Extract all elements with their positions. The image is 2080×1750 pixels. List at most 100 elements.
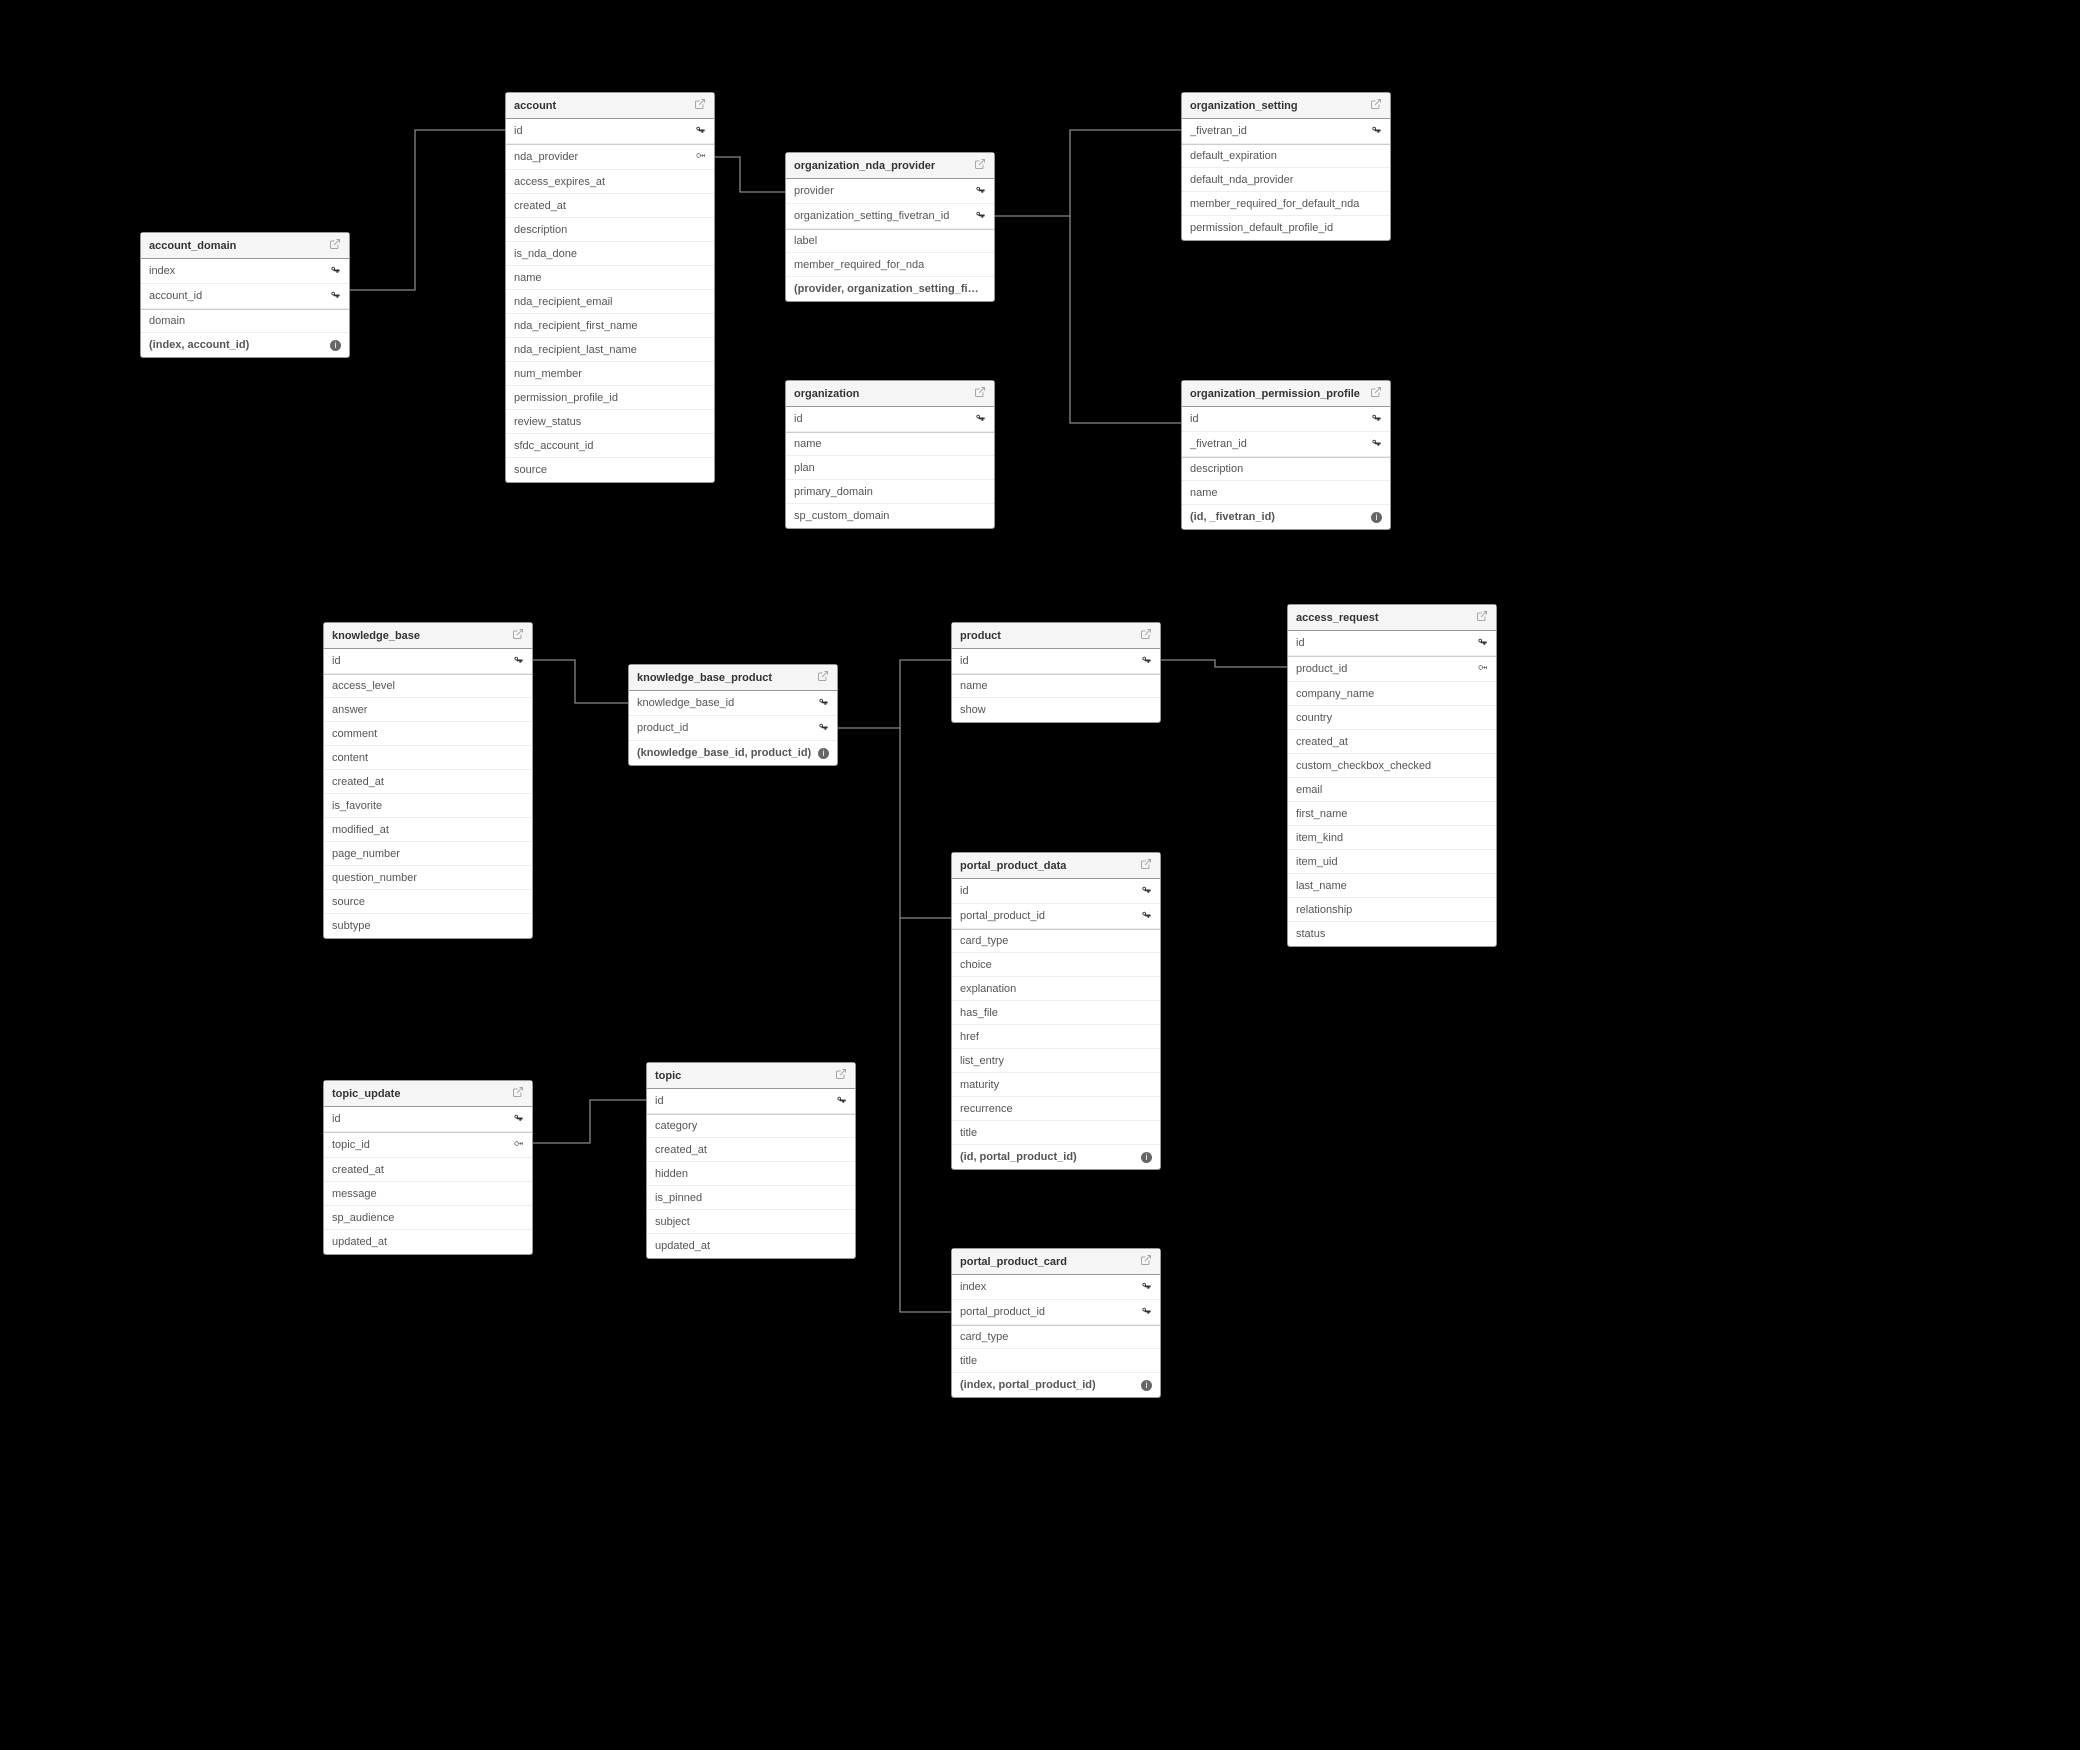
field-row[interactable]: description: [506, 218, 714, 242]
field-row[interactable]: _fivetran_id: [1182, 119, 1390, 144]
popout-icon[interactable]: [1140, 1254, 1152, 1269]
field-row[interactable]: is_pinned: [647, 1186, 855, 1210]
field-row[interactable]: nda_recipient_last_name: [506, 338, 714, 362]
field-row[interactable]: provider: [786, 179, 994, 204]
entity-header[interactable]: account_domain: [141, 233, 349, 259]
field-row[interactable]: source: [506, 458, 714, 482]
popout-icon[interactable]: [817, 670, 829, 685]
field-row[interactable]: review_status: [506, 410, 714, 434]
field-row[interactable]: last_name: [1288, 874, 1496, 898]
composite-key-row[interactable]: (index, portal_product_id)i: [952, 1373, 1160, 1397]
field-row[interactable]: nda_recipient_email: [506, 290, 714, 314]
field-row[interactable]: domain: [141, 309, 349, 333]
field-row[interactable]: source: [324, 890, 532, 914]
composite-key-row[interactable]: (index, account_id)i: [141, 333, 349, 357]
popout-icon[interactable]: [835, 1068, 847, 1083]
field-row[interactable]: created_at: [647, 1138, 855, 1162]
field-row[interactable]: created_at: [324, 770, 532, 794]
field-row[interactable]: sfdc_account_id: [506, 434, 714, 458]
entity-header[interactable]: topic_update: [324, 1081, 532, 1107]
field-row[interactable]: permission_default_profile_id: [1182, 216, 1390, 240]
field-row[interactable]: status: [1288, 922, 1496, 946]
popout-icon[interactable]: [1140, 628, 1152, 643]
entity-header[interactable]: knowledge_base: [324, 623, 532, 649]
composite-key-row[interactable]: (provider, organization_setting_fivetran…: [786, 277, 994, 301]
field-row[interactable]: id: [324, 649, 532, 674]
popout-icon[interactable]: [1476, 610, 1488, 625]
field-row[interactable]: topic_id: [324, 1132, 532, 1158]
field-row[interactable]: id: [952, 649, 1160, 674]
popout-icon[interactable]: [974, 386, 986, 401]
field-row[interactable]: company_name: [1288, 682, 1496, 706]
field-row[interactable]: has_file: [952, 1001, 1160, 1025]
field-row[interactable]: plan: [786, 456, 994, 480]
field-row[interactable]: id: [1182, 407, 1390, 432]
field-row[interactable]: nda_recipient_first_name: [506, 314, 714, 338]
entity-topic_update[interactable]: topic_updateidtopic_idcreated_atmessages…: [323, 1080, 533, 1255]
entity-portal_product_card[interactable]: portal_product_cardindexportal_product_i…: [951, 1248, 1161, 1398]
entity-header[interactable]: access_request: [1288, 605, 1496, 631]
field-row[interactable]: is_nda_done: [506, 242, 714, 266]
field-row[interactable]: card_type: [952, 1325, 1160, 1349]
field-row[interactable]: name: [952, 674, 1160, 698]
field-row[interactable]: maturity: [952, 1073, 1160, 1097]
entity-header[interactable]: organization_permission_profile: [1182, 381, 1390, 407]
field-row[interactable]: explanation: [952, 977, 1160, 1001]
field-row[interactable]: card_type: [952, 929, 1160, 953]
field-row[interactable]: created_at: [506, 194, 714, 218]
field-row[interactable]: member_required_for_nda: [786, 253, 994, 277]
field-row[interactable]: modified_at: [324, 818, 532, 842]
entity-header[interactable]: account: [506, 93, 714, 119]
field-row[interactable]: subtype: [324, 914, 532, 938]
entity-header[interactable]: organization: [786, 381, 994, 407]
field-row[interactable]: answer: [324, 698, 532, 722]
field-row[interactable]: hidden: [647, 1162, 855, 1186]
field-row[interactable]: id: [952, 879, 1160, 904]
field-row[interactable]: item_kind: [1288, 826, 1496, 850]
field-row[interactable]: name: [506, 266, 714, 290]
entity-header[interactable]: portal_product_data: [952, 853, 1160, 879]
field-row[interactable]: permission_profile_id: [506, 386, 714, 410]
field-row[interactable]: content: [324, 746, 532, 770]
entity-header[interactable]: product: [952, 623, 1160, 649]
popout-icon[interactable]: [1370, 98, 1382, 113]
entity-header[interactable]: organization_setting: [1182, 93, 1390, 119]
field-row[interactable]: title: [952, 1349, 1160, 1373]
field-row[interactable]: product_id: [1288, 656, 1496, 682]
entity-organization_permission_profile[interactable]: organization_permission_profileid_fivetr…: [1181, 380, 1391, 530]
entity-organization_nda_provider[interactable]: organization_nda_providerproviderorganiz…: [785, 152, 995, 302]
composite-key-row[interactable]: (knowledge_base_id, product_id)i: [629, 741, 837, 765]
popout-icon[interactable]: [1140, 858, 1152, 873]
field-row[interactable]: default_nda_provider: [1182, 168, 1390, 192]
popout-icon[interactable]: [329, 238, 341, 253]
field-row[interactable]: choice: [952, 953, 1160, 977]
field-row[interactable]: organization_setting_fivetran_id: [786, 204, 994, 229]
field-row[interactable]: created_at: [324, 1158, 532, 1182]
field-row[interactable]: recurrence: [952, 1097, 1160, 1121]
field-row[interactable]: account_id: [141, 284, 349, 309]
entity-header[interactable]: topic: [647, 1063, 855, 1089]
field-row[interactable]: access_level: [324, 674, 532, 698]
field-row[interactable]: item_uid: [1288, 850, 1496, 874]
field-row[interactable]: sp_custom_domain: [786, 504, 994, 528]
field-row[interactable]: list_entry: [952, 1049, 1160, 1073]
popout-icon[interactable]: [694, 98, 706, 113]
field-row[interactable]: id: [324, 1107, 532, 1132]
composite-key-row[interactable]: (id, portal_product_id)i: [952, 1145, 1160, 1169]
entity-header[interactable]: portal_product_card: [952, 1249, 1160, 1275]
field-row[interactable]: is_favorite: [324, 794, 532, 818]
field-row[interactable]: description: [1182, 457, 1390, 481]
field-row[interactable]: first_name: [1288, 802, 1496, 826]
entity-header[interactable]: knowledge_base_product: [629, 665, 837, 691]
entity-organization_setting[interactable]: organization_setting_fivetran_id default_…: [1181, 92, 1391, 241]
field-row[interactable]: question_number: [324, 866, 532, 890]
field-row[interactable]: subject: [647, 1210, 855, 1234]
field-row[interactable]: product_id: [629, 716, 837, 741]
entity-organization[interactable]: organizationidnameplanprimary_domainsp_c…: [785, 380, 995, 529]
field-row[interactable]: index: [141, 259, 349, 284]
field-row[interactable]: id: [1288, 631, 1496, 656]
entity-access_request[interactable]: access_requestidproduct_idcompany_nameco…: [1287, 604, 1497, 947]
field-row[interactable]: title: [952, 1121, 1160, 1145]
field-row[interactable]: comment: [324, 722, 532, 746]
popout-icon[interactable]: [974, 158, 986, 173]
